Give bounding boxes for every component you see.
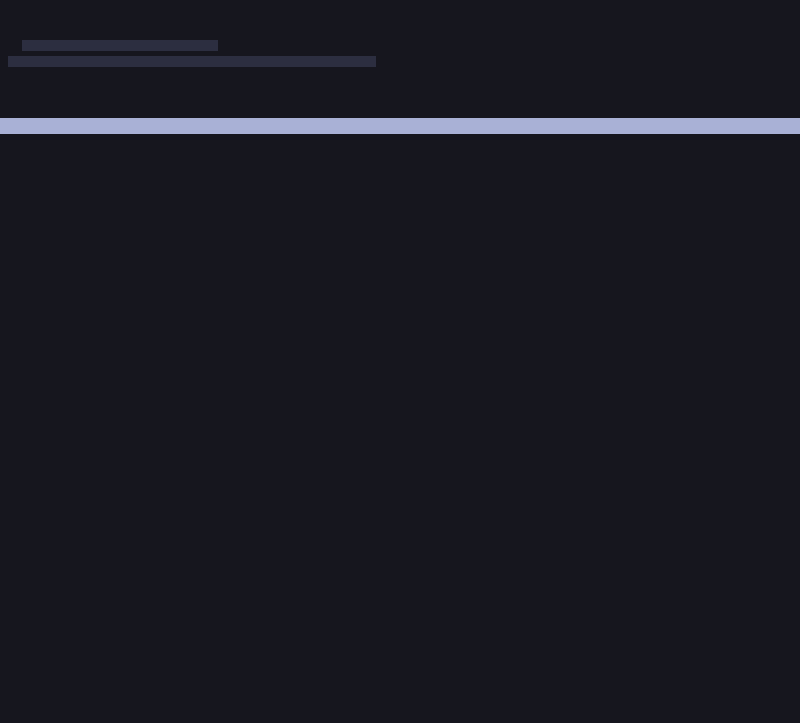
samples-line — [0, 38, 800, 54]
header-function[interactable] — [270, 118, 540, 134]
efficiency-line — [0, 54, 800, 70]
tachyon-profiler — [0, 0, 800, 723]
threads-line — [0, 70, 800, 86]
header-nsamples[interactable] — [0, 118, 110, 134]
header-tottime-sort[interactable] — [150, 118, 214, 134]
header-pct-direct[interactable] — [110, 118, 150, 134]
footer-nsamples-help — [0, 677, 800, 693]
efficiency-bar — [8, 56, 376, 67]
header-fileline[interactable] — [540, 118, 800, 134]
header-pct-cumulative[interactable] — [214, 118, 258, 134]
header-spacer — [258, 118, 270, 134]
functions-line — [0, 86, 800, 102]
opcodes-section-header — [0, 134, 800, 150]
top3-line — [0, 102, 800, 118]
status-line — [0, 22, 800, 38]
table-header — [0, 118, 800, 134]
samples-bar — [22, 40, 218, 51]
app-title — [0, 6, 800, 22]
footer — [0, 677, 800, 723]
footer-keybinds — [0, 693, 800, 709]
